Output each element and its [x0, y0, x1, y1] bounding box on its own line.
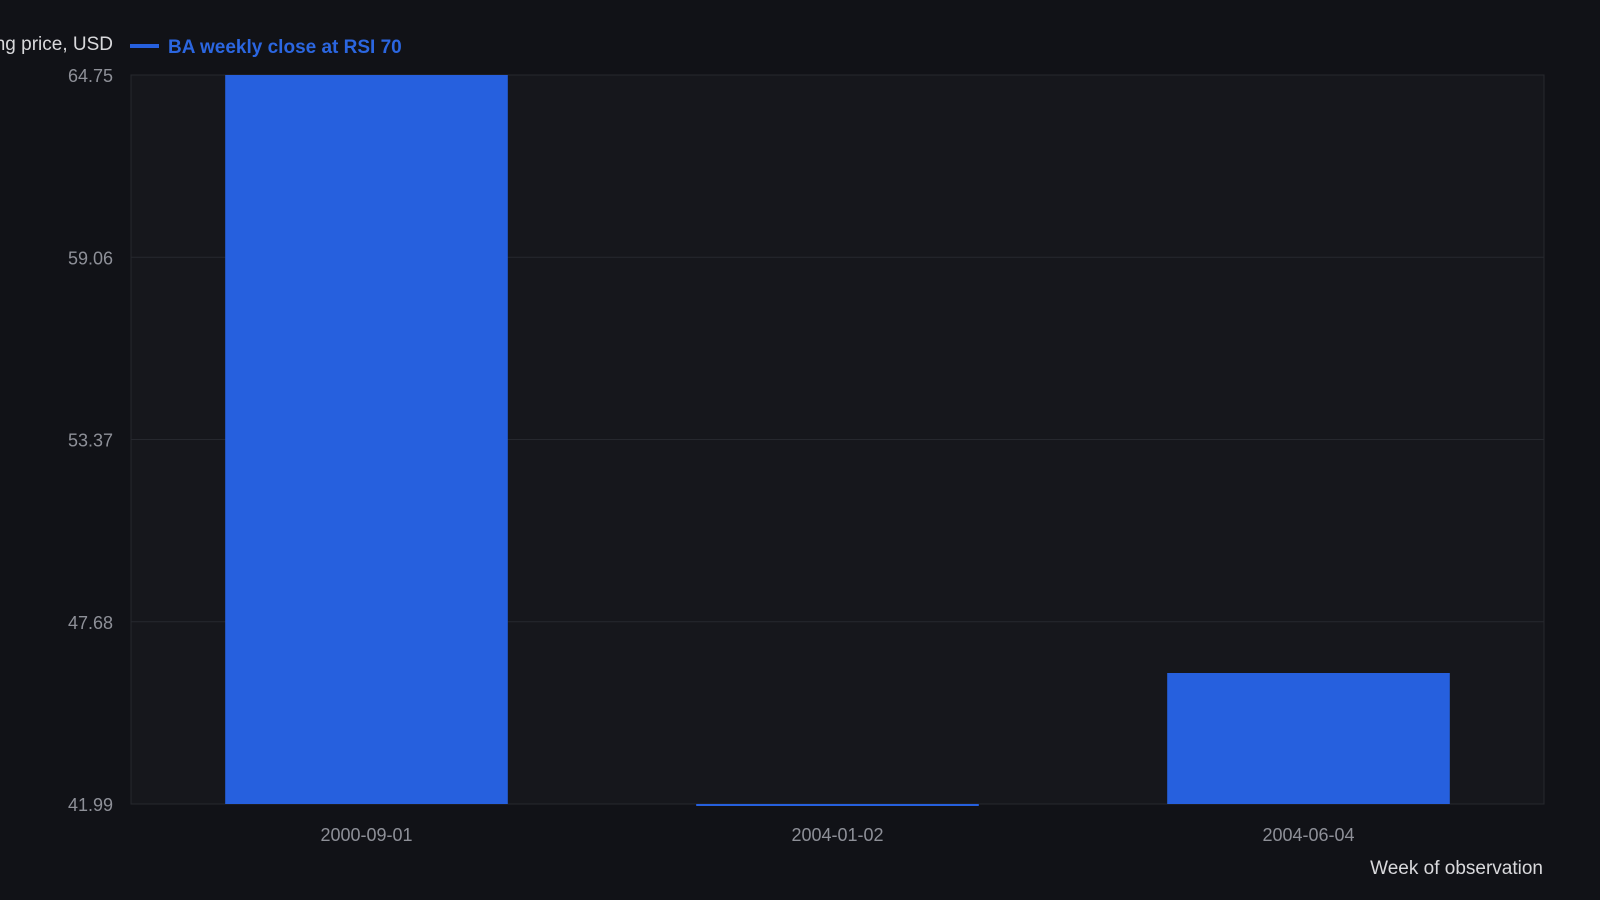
- bar-2004-06-04[interactable]: [1167, 672, 1450, 804]
- y-axis-label: Closing price, USD: [0, 34, 113, 55]
- y-tick-label: 53.37: [68, 431, 113, 451]
- x-axis-ticks: 2000-09-01 2004-01-02 2004-06-04: [320, 825, 1354, 845]
- legend: BA weekly close at RSI 70: [130, 37, 402, 58]
- bar-2000-09-01[interactable]: [225, 75, 508, 804]
- bar-chart: 41.99 47.68 53.37 59.06 64.75 2000-09-01 2004…: [0, 34, 1545, 879]
- chart-container: 41.99 47.68 53.37 59.06 64.75 2000-09-01 2004…: [0, 0, 1600, 900]
- x-axis-label: Week of observation: [1370, 858, 1543, 879]
- y-tick-label: 59.06: [68, 248, 113, 268]
- y-tick-label: 47.68: [68, 613, 113, 633]
- y-tick-label: 41.99: [68, 795, 113, 815]
- bar-2004-01-02[interactable]: [696, 804, 979, 806]
- x-tick-label: 2004-06-04: [1262, 825, 1354, 845]
- x-tick-label: 2000-09-01: [320, 825, 412, 845]
- legend-label: BA weekly close at RSI 70: [168, 37, 402, 58]
- x-tick-label: 2004-01-02: [791, 825, 883, 845]
- y-tick-label: 64.75: [68, 66, 113, 86]
- y-axis-ticks: 41.99 47.68 53.37 59.06 64.75: [68, 66, 113, 815]
